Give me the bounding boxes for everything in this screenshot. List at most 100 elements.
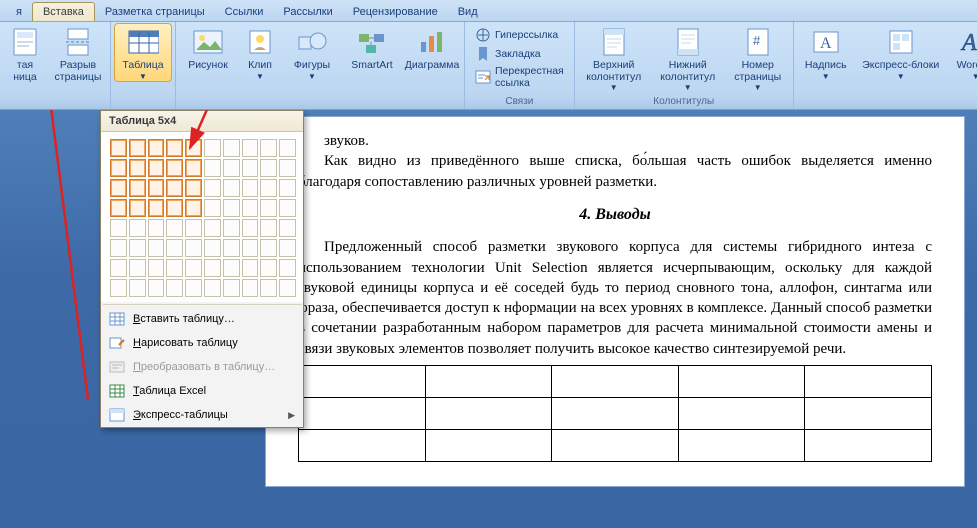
menu-excel-table[interactable]: Таблица Excel — [101, 379, 303, 403]
grid-cell[interactable] — [223, 159, 240, 177]
clip-button[interactable]: Клип ▼ — [240, 24, 280, 81]
grid-cell[interactable] — [185, 239, 202, 257]
tab-partial[interactable]: я — [6, 3, 32, 21]
grid-cell[interactable] — [185, 219, 202, 237]
tab-view[interactable]: Вид — [448, 3, 488, 21]
grid-cell[interactable] — [242, 239, 259, 257]
smartart-button[interactable]: SmartArt — [344, 24, 400, 72]
grid-cell[interactable] — [166, 259, 183, 277]
grid-cell[interactable] — [260, 139, 277, 157]
grid-cell[interactable] — [260, 239, 277, 257]
cover-page-button[interactable]: таяница — [4, 24, 46, 83]
tab-page-layout[interactable]: Разметка страницы — [95, 3, 215, 21]
grid-cell[interactable] — [242, 139, 259, 157]
grid-cell[interactable] — [279, 179, 296, 197]
grid-cell[interactable] — [185, 199, 202, 217]
grid-cell[interactable] — [110, 139, 127, 157]
chart-button[interactable]: Диаграмма — [404, 24, 460, 72]
grid-cell[interactable] — [148, 219, 165, 237]
grid-cell[interactable] — [185, 179, 202, 197]
grid-cell[interactable] — [148, 259, 165, 277]
grid-cell[interactable] — [166, 219, 183, 237]
grid-cell[interactable] — [110, 219, 127, 237]
grid-cell[interactable] — [204, 279, 221, 297]
grid-cell[interactable] — [279, 199, 296, 217]
grid-cell[interactable] — [185, 259, 202, 277]
textbox-button[interactable]: A Надпись ▼ — [798, 24, 854, 81]
grid-cell[interactable] — [242, 259, 259, 277]
grid-cell[interactable] — [110, 279, 127, 297]
grid-cell[interactable] — [129, 239, 146, 257]
grid-cell[interactable] — [110, 199, 127, 217]
grid-cell[interactable] — [166, 279, 183, 297]
grid-cell[interactable] — [148, 159, 165, 177]
crossref-button[interactable]: Перекрестная ссылка — [473, 64, 566, 90]
grid-cell[interactable] — [223, 219, 240, 237]
grid-cell[interactable] — [242, 199, 259, 217]
table-button[interactable]: Таблица ▼ — [115, 24, 171, 81]
grid-cell[interactable] — [242, 179, 259, 197]
grid-cell[interactable] — [279, 239, 296, 257]
grid-cell[interactable] — [204, 179, 221, 197]
grid-cell[interactable] — [260, 159, 277, 177]
grid-cell[interactable] — [129, 259, 146, 277]
grid-cell[interactable] — [223, 279, 240, 297]
grid-cell[interactable] — [185, 139, 202, 157]
grid-cell[interactable] — [148, 179, 165, 197]
grid-cell[interactable] — [129, 179, 146, 197]
bookmark-button[interactable]: Закладка — [473, 45, 566, 63]
grid-cell[interactable] — [148, 279, 165, 297]
grid-cell[interactable] — [110, 239, 127, 257]
grid-cell[interactable] — [129, 279, 146, 297]
grid-cell[interactable] — [260, 259, 277, 277]
grid-cell[interactable] — [223, 239, 240, 257]
tab-review[interactable]: Рецензирование — [343, 3, 448, 21]
menu-quick-tables[interactable]: Экспресс-таблицы ▶ — [101, 403, 303, 427]
grid-cell[interactable] — [279, 259, 296, 277]
grid-cell[interactable] — [185, 159, 202, 177]
grid-cell[interactable] — [204, 139, 221, 157]
document-page[interactable]: звуков. Как видно из приведённого выше с… — [265, 116, 965, 487]
grid-cell[interactable] — [279, 219, 296, 237]
picture-button[interactable]: Рисунок — [180, 24, 236, 72]
grid-cell[interactable] — [223, 179, 240, 197]
grid-cell[interactable] — [204, 259, 221, 277]
footer-button[interactable]: Нижнийколонтитул ▼ — [653, 24, 723, 92]
page-break-button[interactable]: Разрывстраницы — [50, 24, 106, 83]
grid-cell[interactable] — [166, 199, 183, 217]
grid-cell[interactable] — [148, 239, 165, 257]
hyperlink-button[interactable]: Гиперссылка — [473, 26, 566, 44]
grid-cell[interactable] — [110, 159, 127, 177]
grid-cell[interactable] — [260, 219, 277, 237]
pagenum-button[interactable]: # Номерстраницы ▼ — [727, 24, 789, 92]
grid-cell[interactable] — [204, 239, 221, 257]
menu-draw-table[interactable]: Нарисовать таблицу — [101, 331, 303, 355]
shapes-button[interactable]: Фигуры ▼ — [284, 24, 340, 81]
menu-insert-table[interactable]: Вставить таблицу… — [101, 307, 303, 331]
table-size-grid[interactable] — [101, 132, 303, 302]
grid-cell[interactable] — [260, 279, 277, 297]
grid-cell[interactable] — [204, 159, 221, 177]
grid-cell[interactable] — [110, 259, 127, 277]
grid-cell[interactable] — [166, 239, 183, 257]
grid-cell[interactable] — [223, 139, 240, 157]
grid-cell[interactable] — [129, 159, 146, 177]
grid-cell[interactable] — [204, 219, 221, 237]
grid-cell[interactable] — [166, 159, 183, 177]
grid-cell[interactable] — [242, 159, 259, 177]
grid-cell[interactable] — [279, 279, 296, 297]
grid-cell[interactable] — [129, 219, 146, 237]
grid-cell[interactable] — [129, 139, 146, 157]
grid-cell[interactable] — [148, 199, 165, 217]
quickparts-button[interactable]: Экспресс-блоки ▼ — [858, 24, 944, 81]
grid-cell[interactable] — [242, 279, 259, 297]
grid-cell[interactable] — [260, 179, 277, 197]
grid-cell[interactable] — [185, 279, 202, 297]
grid-cell[interactable] — [110, 179, 127, 197]
grid-cell[interactable] — [242, 219, 259, 237]
grid-cell[interactable] — [223, 259, 240, 277]
grid-cell[interactable] — [223, 199, 240, 217]
grid-cell[interactable] — [166, 139, 183, 157]
grid-cell[interactable] — [166, 179, 183, 197]
inserted-table[interactable] — [298, 365, 932, 462]
